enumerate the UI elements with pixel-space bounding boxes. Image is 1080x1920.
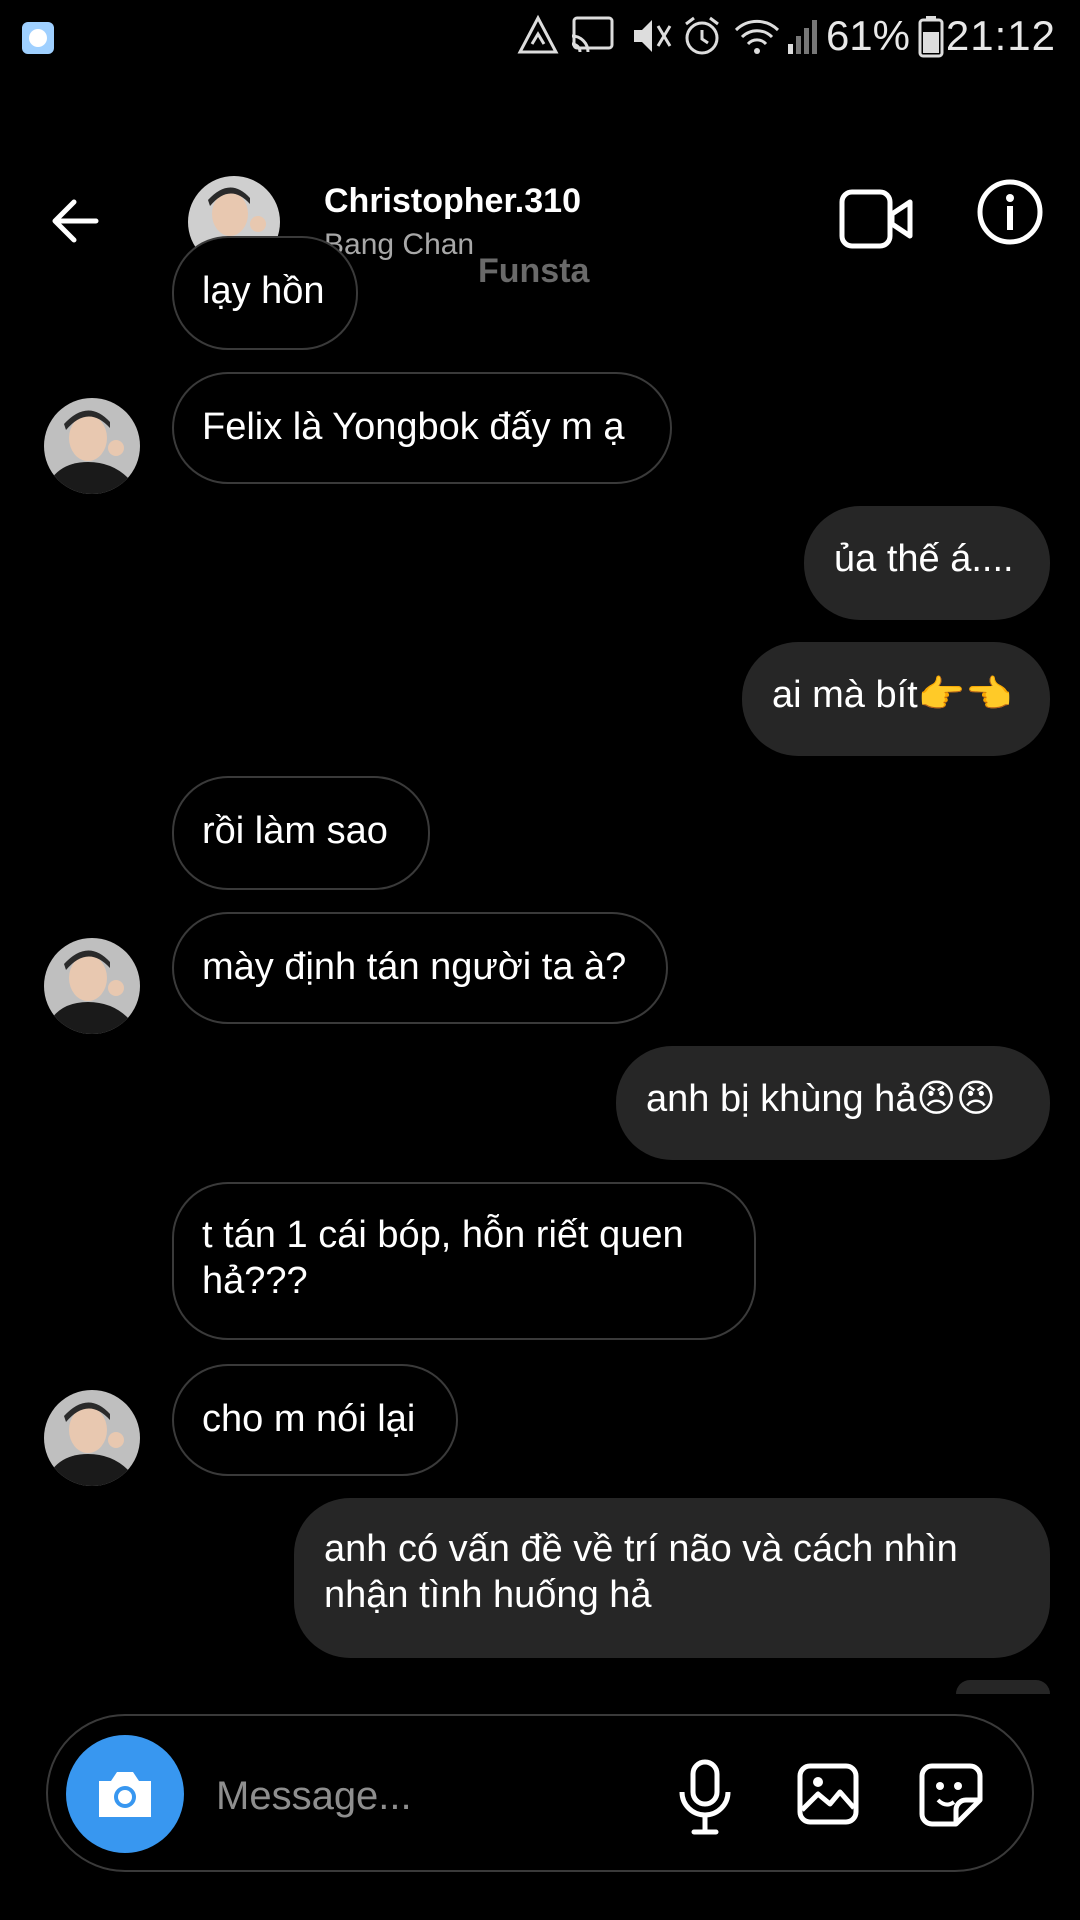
battery-percent: 61% bbox=[825, 12, 910, 59]
message-bubble-received[interactable]: rồi làm sao bbox=[172, 776, 430, 890]
message-bubble-sent[interactable]: anh bị khùng hả😠😠 bbox=[616, 1046, 1050, 1160]
message-bubble-sent[interactable]: anh có vấn đề về trí não và cách nhìn nh… bbox=[294, 1498, 1050, 1658]
chat-display-name: Bang Chan bbox=[324, 228, 475, 261]
sender-avatar[interactable] bbox=[44, 398, 140, 494]
watermark-text: Funsta bbox=[478, 252, 590, 290]
info-icon[interactable] bbox=[976, 178, 1044, 246]
partial-bubble bbox=[956, 1680, 1050, 1694]
sticker-icon[interactable] bbox=[918, 1762, 984, 1828]
sender-avatar[interactable] bbox=[44, 1390, 140, 1486]
chat-username[interactable]: Christopher.310 bbox=[324, 182, 581, 221]
message-bubble-received[interactable]: mày định tán người ta à? bbox=[172, 912, 668, 1024]
message-bubble-received[interactable]: lạy hồn bbox=[172, 236, 358, 350]
vibrate-mute-icon bbox=[634, 20, 672, 52]
gallery-icon[interactable] bbox=[796, 1762, 860, 1826]
message-bubble-received[interactable]: t tán 1 cái bóp, hỗn riết quen hả??? bbox=[172, 1182, 756, 1340]
microphone-icon[interactable] bbox=[676, 1758, 734, 1838]
app-notification-icon bbox=[22, 22, 54, 54]
message-bubble-sent[interactable]: ai mà bít👉👈 bbox=[742, 642, 1050, 756]
camera-button[interactable] bbox=[66, 1735, 184, 1853]
chat-header: Christopher.310 Bang Chan Funsta bbox=[0, 74, 1080, 290]
battery-icon bbox=[918, 16, 944, 58]
clock: 21:12 bbox=[945, 12, 1056, 59]
message-input[interactable] bbox=[214, 1765, 658, 1827]
recycle-icon bbox=[517, 14, 559, 54]
sender-avatar[interactable] bbox=[44, 938, 140, 1034]
signal-icon bbox=[788, 20, 817, 54]
message-bubble-sent[interactable]: ủa thế á.... bbox=[804, 506, 1050, 620]
message-bubble-received[interactable]: cho m nói lại bbox=[172, 1364, 458, 1476]
alarm-icon bbox=[685, 16, 719, 55]
wifi-icon bbox=[734, 19, 780, 54]
camera-icon bbox=[99, 1772, 151, 1817]
message-bubble-received[interactable]: Felix là Yongbok đấy m ạ bbox=[172, 372, 672, 484]
video-call-icon[interactable] bbox=[838, 186, 914, 252]
back-arrow-icon[interactable] bbox=[48, 194, 102, 248]
status-bar: 61% 21:12 bbox=[0, 0, 1080, 74]
cast-icon bbox=[571, 16, 614, 53]
